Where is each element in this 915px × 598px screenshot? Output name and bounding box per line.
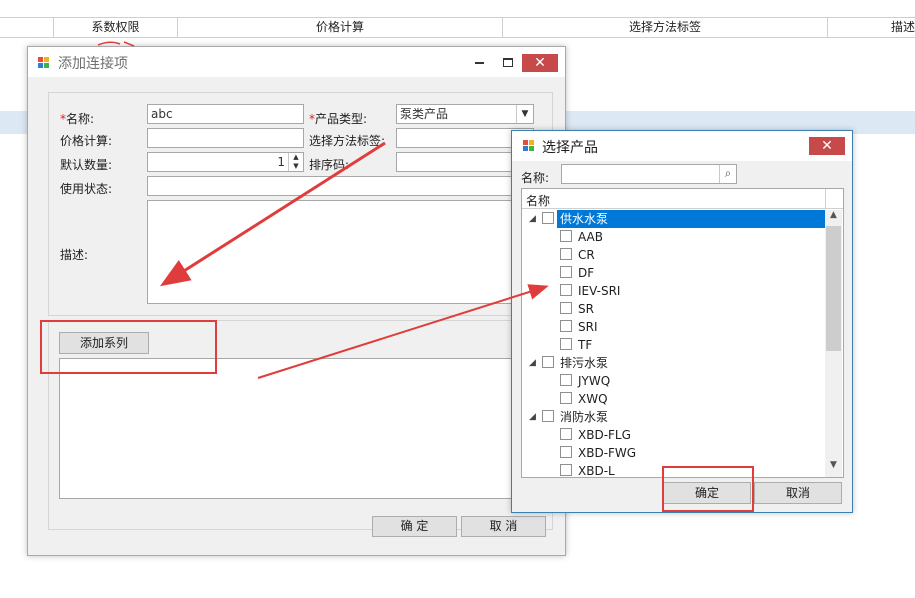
arrow-to-tree (257, 284, 549, 379)
arrow-to-description (159, 141, 386, 287)
annotation-scribble (97, 41, 135, 47)
annotation-arrows (97, 41, 549, 379)
